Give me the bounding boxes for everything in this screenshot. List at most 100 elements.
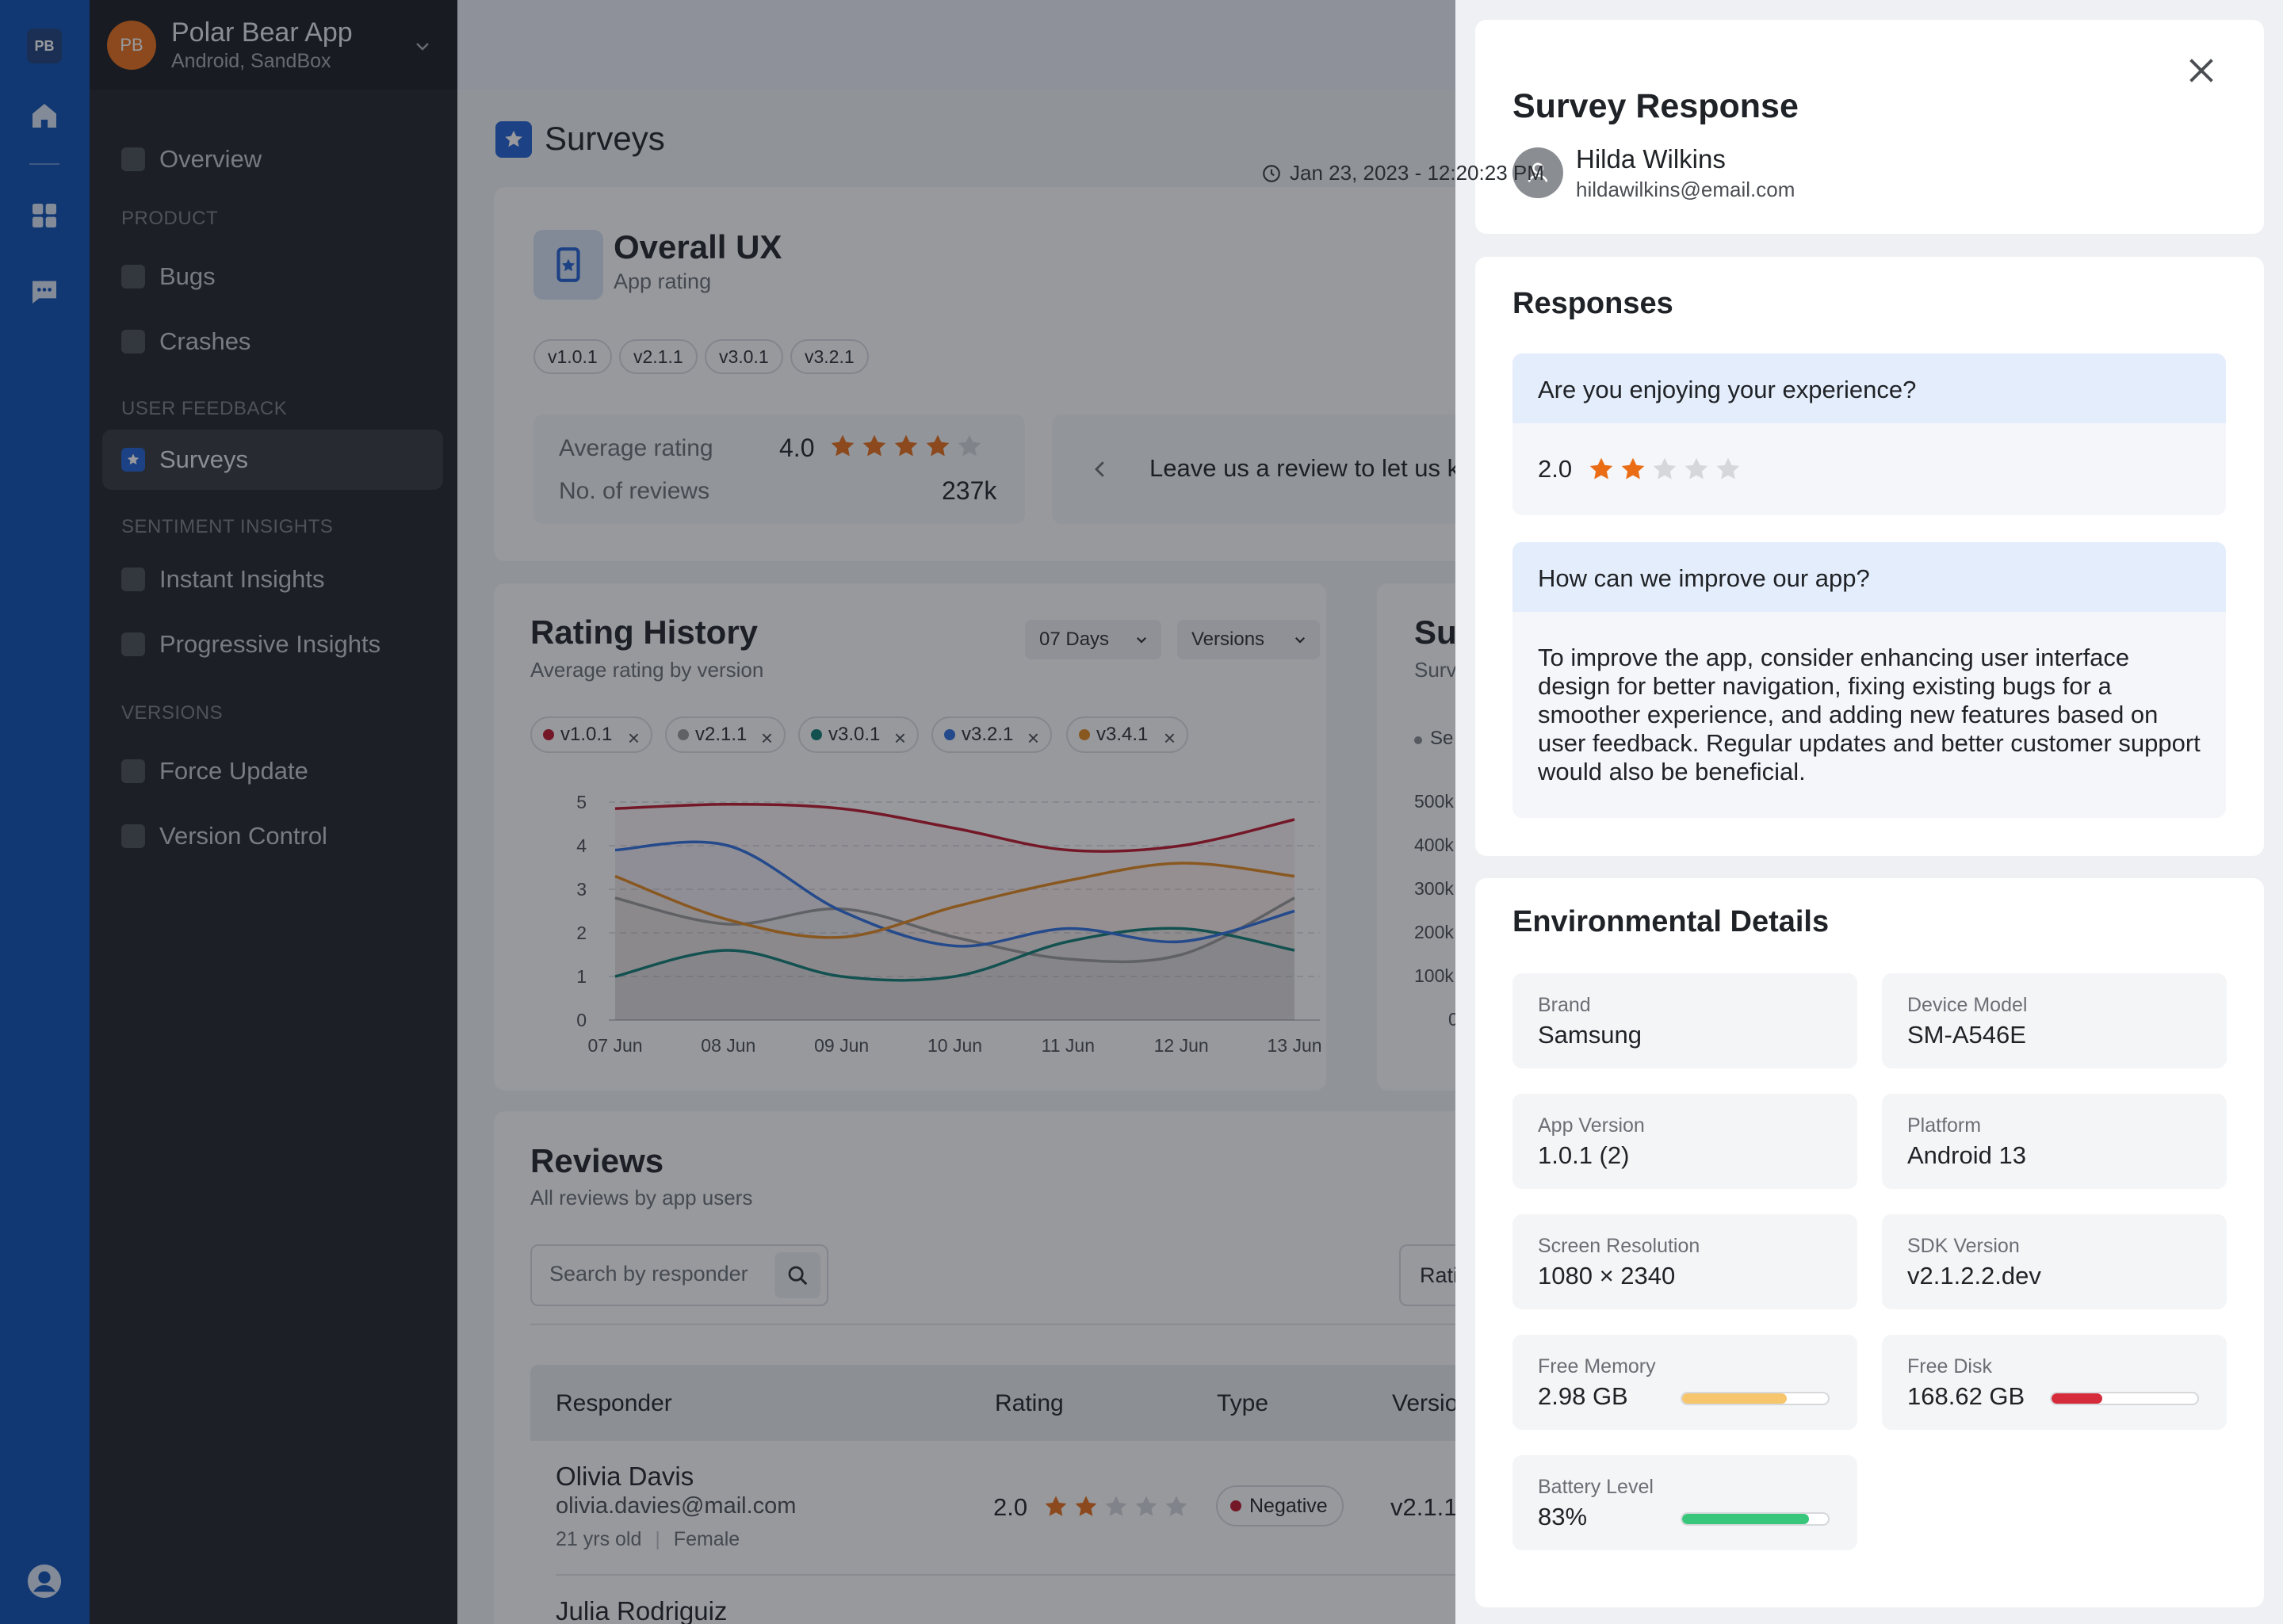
env-value: 83%	[1538, 1503, 1588, 1530]
answer-rating-value: 2.0	[1538, 455, 1573, 483]
sidebar-item-label: Crashes	[159, 327, 251, 355]
star-empty-icon	[1716, 457, 1740, 480]
section-title: Environmental Details	[1512, 905, 1830, 938]
env-free-disk: Free Disk 168.62 GB	[1882, 1335, 2227, 1430]
env-platform: Platform Android 13	[1882, 1094, 2227, 1189]
workspace-logo[interactable]: PB	[27, 29, 62, 63]
env-label: Screen Resolution	[1538, 1235, 1700, 1257]
response-item: Are you enjoying your experience? 2.0	[1512, 353, 2226, 515]
rail-divider	[29, 163, 59, 165]
sidebar-item-overview[interactable]: Overview	[102, 129, 443, 189]
star-filled-icon	[1075, 1496, 1097, 1516]
column-header[interactable]: Type	[1217, 1390, 1268, 1417]
y-tick: 400k	[1414, 835, 1454, 855]
upload-icon	[121, 759, 145, 783]
close-icon[interactable]	[2183, 52, 2220, 89]
app-avatar: PB	[107, 21, 156, 70]
column-header[interactable]: Versio	[1392, 1390, 1456, 1417]
sidebar-item-label: Overview	[159, 145, 262, 173]
responder-name: Hilda Wilkins	[1576, 144, 1726, 174]
column-header[interactable]: Responder	[556, 1390, 672, 1417]
section-label: VERSIONS	[121, 702, 224, 724]
responder-email: hildawilkins@email.com	[1576, 178, 1795, 201]
x-tick: 07 Jun	[587, 1035, 642, 1056]
sidebar-item-label: Surveys	[159, 445, 248, 473]
section-label: SENTIMENT INSIGHTS	[121, 516, 334, 537]
sidebar-item-bugs[interactable]: Bugs	[102, 246, 443, 307]
sidebar-item-label: Progressive Insights	[159, 630, 381, 658]
type-badge: Negative	[1216, 1485, 1344, 1527]
y-tick: 4	[576, 835, 587, 856]
status-dot	[1230, 1500, 1241, 1511]
star-rating	[1042, 1493, 1190, 1520]
chat-icon[interactable]	[29, 276, 60, 308]
env-value: 2.98 GB	[1538, 1382, 1628, 1410]
responder-name: Olivia Davis	[556, 1462, 694, 1491]
response-timestamp: Jan 23, 2023 - 12:20:23 PM	[1290, 161, 1544, 185]
env-free-memory: Free Memory 2.98 GB	[1512, 1335, 1857, 1430]
column-header[interactable]: Rating	[995, 1390, 1064, 1417]
x-tick: 11 Jun	[1042, 1035, 1095, 1056]
section-label: PRODUCT	[121, 208, 219, 229]
x-tick: 13 Jun	[1267, 1035, 1321, 1056]
star-rating	[1587, 455, 1742, 483]
sidebar: PB Polar Bear App Android, SandBox Overv…	[90, 0, 457, 1624]
main-content: Surveys Overall UX App rating v1.0.1 v2.…	[457, 0, 1456, 1624]
drawer-title: Survey Response	[1512, 87, 1799, 125]
response-item: How can we improve our app? To improve t…	[1512, 542, 2226, 818]
star-empty-icon	[1685, 457, 1708, 480]
env-value: SM-A546E	[1907, 1021, 2026, 1049]
search-box	[530, 1244, 828, 1306]
y-tick: 0	[576, 1010, 587, 1030]
env-value: 168.62 GB	[1907, 1382, 2025, 1410]
responder-meta: 21 yrs old | Female	[556, 1528, 740, 1550]
user-icon[interactable]	[26, 1563, 63, 1599]
answer: 2.0	[1512, 423, 2226, 515]
sidebar-item-label: Instant Insights	[159, 565, 325, 593]
star-empty-icon	[1105, 1496, 1127, 1516]
search-button[interactable]	[774, 1252, 820, 1298]
battery-bar	[1681, 1512, 1830, 1526]
rating-filter[interactable]: Rati	[1399, 1244, 1456, 1306]
question: Are you enjoying your experience?	[1512, 353, 2226, 423]
x-tick: 08 Jun	[701, 1035, 755, 1056]
responder-age: 21 yrs old	[556, 1528, 642, 1550]
icon-rail: PB	[0, 0, 90, 1624]
env-label: App Version	[1538, 1114, 1645, 1137]
sidebar-item-crashes[interactable]: Crashes	[102, 311, 443, 372]
x-tick: 12 Jun	[1154, 1035, 1209, 1056]
table-header: Responder Rating Type Versio	[530, 1365, 1456, 1441]
env-brand: Brand Samsung	[1512, 973, 1857, 1068]
memory-bar-fill	[1682, 1393, 1788, 1404]
card-title: Su	[1414, 613, 1456, 651]
search-input[interactable]	[549, 1262, 763, 1286]
sidebar-item-instant-insights[interactable]: Instant Insights	[102, 549, 443, 609]
star-badge-icon	[121, 448, 145, 472]
home-icon[interactable]	[29, 100, 60, 132]
y-tick: 300k	[1414, 878, 1454, 899]
env-value: Samsung	[1538, 1021, 1642, 1049]
survey-response-drawer: Survey Response Hilda Wilkins hildawilki…	[1455, 0, 2283, 1624]
sidebar-item-version-control[interactable]: Version Control	[102, 806, 443, 866]
disk-bar	[2050, 1392, 2199, 1405]
grid-icon[interactable]	[29, 200, 60, 231]
crash-icon	[121, 330, 145, 353]
x-tick: 10 Jun	[927, 1035, 982, 1056]
env-battery-level: Battery Level 83%	[1512, 1455, 1857, 1550]
sidebar-item-surveys[interactable]: Surveys	[102, 430, 443, 490]
sidebar-item-progressive-insights[interactable]: Progressive Insights	[102, 614, 443, 674]
card-title: Reviews	[530, 1142, 664, 1179]
y-tick: 200k	[1414, 922, 1454, 942]
y-tick: 100k	[1414, 965, 1454, 986]
sidebar-item-label: Force Update	[159, 757, 308, 785]
section-title: Responses	[1512, 287, 1673, 320]
sidebar-item-force-update[interactable]: Force Update	[102, 741, 443, 801]
responder-name: Julia Rodriguiz	[556, 1596, 728, 1624]
row-rating-value: 2.0	[993, 1493, 1028, 1521]
insight-icon	[121, 567, 145, 591]
star-filled-icon	[1045, 1496, 1067, 1516]
chevron-down-icon[interactable]	[413, 36, 432, 55]
answer-text: To improve the app, consider enhancing u…	[1538, 644, 2201, 785]
app-switcher[interactable]: PB Polar Bear App Android, SandBox	[90, 0, 457, 90]
bug-icon	[121, 265, 145, 288]
